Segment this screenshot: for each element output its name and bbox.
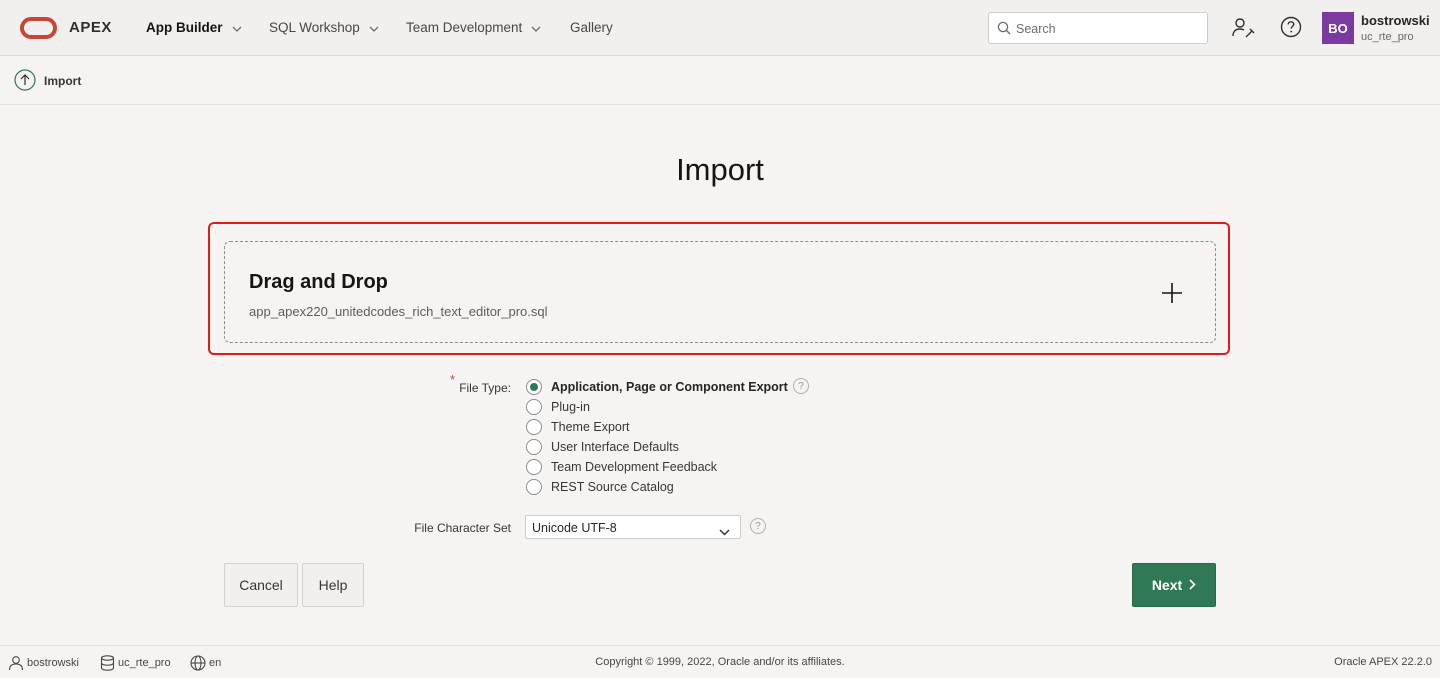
breadcrumb-import[interactable]: Import (44, 74, 81, 88)
file-dropzone[interactable]: Drag and Drop app_apex220_unitedcodes_ri… (224, 241, 1216, 343)
chevron-down-icon (369, 20, 379, 35)
radio-button[interactable] (526, 419, 542, 435)
file-charset-label: File Character Set (414, 521, 511, 535)
radio-label: REST Source Catalog (551, 480, 674, 494)
radio-application-export[interactable]: Application, Page or Component Export (526, 378, 788, 396)
radio-label: Plug-in (551, 400, 590, 414)
search-icon (997, 21, 1011, 35)
file-type-label: File Type: (459, 381, 511, 395)
search-input[interactable] (1016, 19, 1196, 39)
top-navigation-bar: APEX App Builder SQL Workshop Team Devel… (0, 0, 1440, 56)
user-workspace: uc_rte_pro (1361, 31, 1414, 43)
radio-label: Team Development Feedback (551, 460, 718, 474)
file-charset-select[interactable]: Unicode UTF-8 (525, 515, 741, 539)
chevron-right-icon (1189, 577, 1196, 593)
chevron-down-icon (531, 20, 541, 35)
radio-theme-export[interactable]: Theme Export (526, 418, 630, 436)
chevron-down-icon (719, 523, 730, 541)
chevron-down-icon (232, 20, 242, 35)
radio-button[interactable] (526, 379, 542, 395)
nav-team-development[interactable]: Team Development (406, 20, 541, 35)
plus-icon[interactable] (1161, 282, 1183, 309)
page-title: Import (676, 152, 764, 187)
breadcrumb-bar: Import (0, 56, 1440, 105)
cancel-button[interactable]: Cancel (224, 563, 298, 607)
footer-copyright: Copyright © 1999, 2022, Oracle and/or it… (595, 656, 845, 668)
nav-team-development-label: Team Development (406, 20, 523, 35)
nav-sql-workshop-label: SQL Workshop (269, 20, 360, 35)
charset-help-icon[interactable]: ? (750, 518, 766, 534)
radio-rest-source-catalog[interactable]: REST Source Catalog (526, 478, 674, 496)
next-button-label: Next (1151, 577, 1183, 593)
radio-button[interactable] (526, 479, 542, 495)
nav-gallery-label: Gallery (570, 20, 613, 35)
help-icon[interactable] (1280, 16, 1302, 43)
radio-label: User Interface Defaults (551, 440, 679, 454)
apex-brand[interactable]: APEX (69, 19, 112, 36)
nav-gallery[interactable]: Gallery (570, 20, 613, 35)
dropzone-title: Drag and Drop (249, 271, 388, 293)
user-name[interactable]: bostrowski (1361, 13, 1430, 28)
radio-label: Application, Page or Component Export (551, 380, 788, 394)
footer: bostrowski uc_rte_pro en Copyright © 199… (0, 645, 1440, 678)
next-button[interactable]: Next (1132, 563, 1216, 607)
nav-sql-workshop[interactable]: SQL Workshop (269, 20, 379, 35)
file-type-help-icon[interactable]: ? (793, 378, 809, 394)
file-charset-value: Unicode UTF-8 (532, 521, 617, 535)
radio-plug-in[interactable]: Plug-in (526, 398, 590, 416)
radio-button[interactable] (526, 399, 542, 415)
radio-button[interactable] (526, 459, 542, 475)
radio-team-dev-feedback[interactable]: Team Development Feedback (526, 458, 717, 476)
footer-version: Oracle APEX 22.2.0 (1334, 656, 1432, 668)
nav-app-builder[interactable]: App Builder (146, 20, 242, 35)
oracle-logo-icon[interactable] (20, 17, 57, 39)
user-avatar[interactable]: BO (1322, 12, 1354, 44)
search-box[interactable] (988, 12, 1208, 44)
radio-button[interactable] (526, 439, 542, 455)
upload-arrow-icon (14, 69, 36, 96)
nav-app-builder-label: App Builder (146, 20, 223, 35)
radio-ui-defaults[interactable]: User Interface Defaults (526, 438, 679, 456)
help-button[interactable]: Help (302, 563, 364, 607)
radio-label: Theme Export (551, 420, 630, 434)
administration-icon[interactable] (1231, 16, 1255, 45)
dropzone-filename: app_apex220_unitedcodes_rich_text_editor… (249, 304, 548, 319)
